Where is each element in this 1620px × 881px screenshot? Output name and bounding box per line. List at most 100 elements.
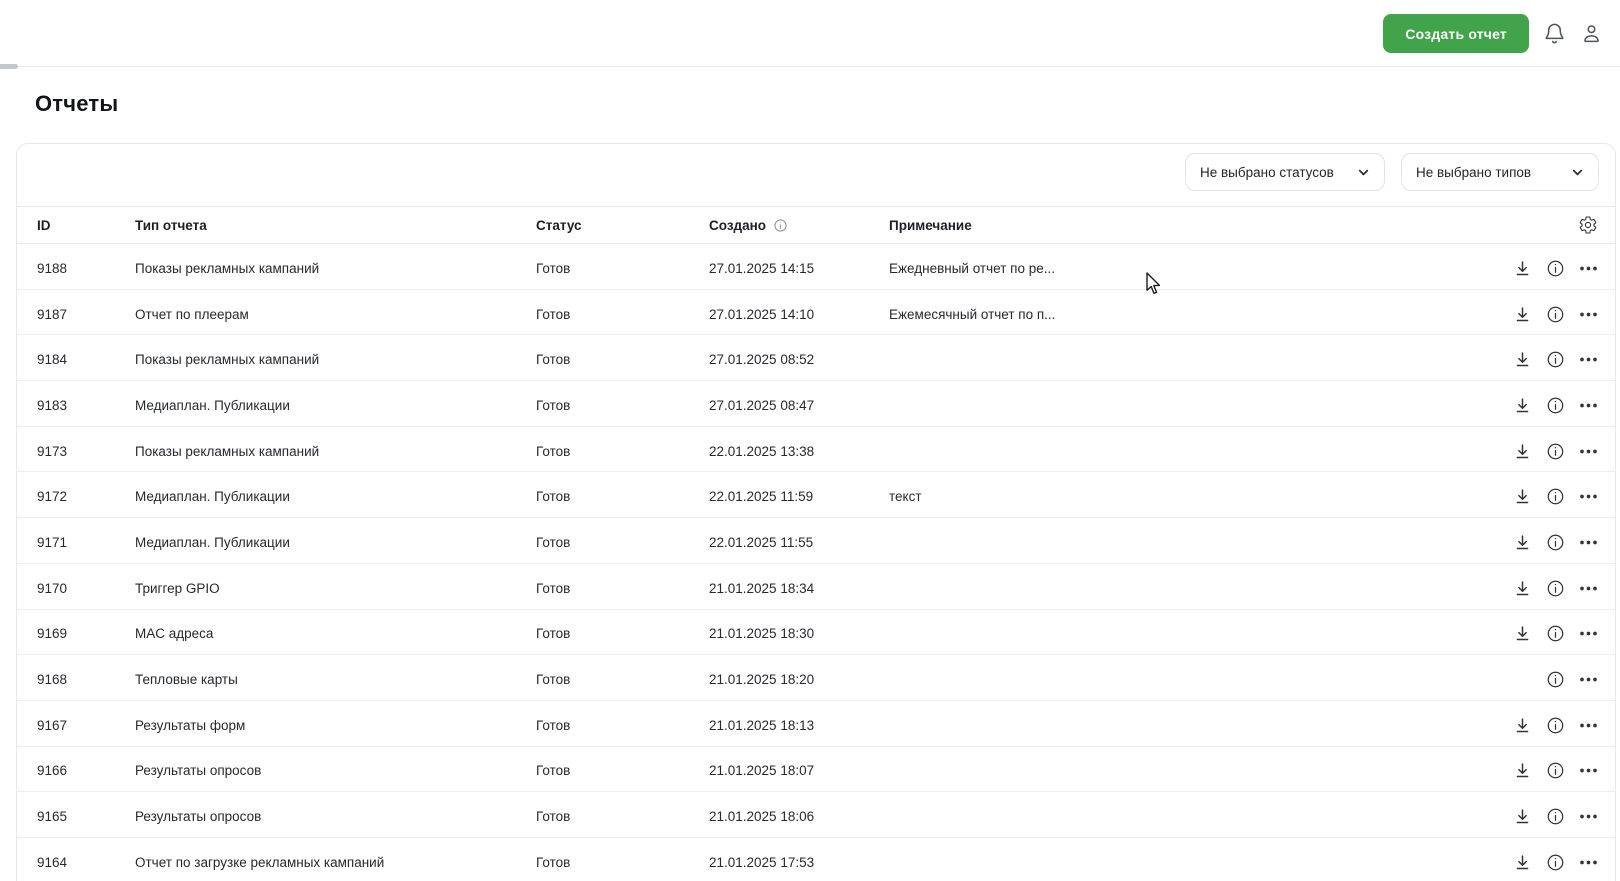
row-type: Тепловые карты [135, 672, 536, 687]
more-dots-icon[interactable] [1577, 669, 1599, 691]
table-row[interactable]: 9169 MAC адреса Готов 21.01.2025 18:30 [17, 610, 1615, 656]
table-row[interactable]: 9184 Показы рекламных кампаний Готов 27.… [17, 335, 1615, 381]
row-id: 9165 [37, 809, 135, 824]
info-icon[interactable] [1544, 303, 1566, 325]
row-status: Готов [536, 855, 709, 870]
more-dots-icon[interactable] [1577, 714, 1599, 736]
create-report-button[interactable]: Создать отчет [1383, 14, 1529, 53]
more-dots-icon[interactable] [1577, 577, 1599, 599]
download-icon[interactable] [1511, 714, 1533, 736]
table-body: 9188 Показы рекламных кампаний Готов 27.… [17, 244, 1615, 881]
more-dots-icon[interactable] [1577, 531, 1599, 553]
more-dots-icon[interactable] [1577, 760, 1599, 782]
status-filter-label: Не выбрано статусов [1200, 165, 1334, 180]
table-row[interactable]: 9172 Медиаплан. Публикации Готов 22.01.2… [17, 472, 1615, 518]
info-icon[interactable] [773, 218, 788, 233]
download-icon[interactable] [1511, 851, 1533, 873]
row-created: 21.01.2025 18:30 [709, 626, 889, 641]
status-filter-dropdown[interactable]: Не выбрано статусов [1185, 153, 1385, 191]
chevron-down-icon [1356, 165, 1371, 180]
row-id: 9166 [37, 763, 135, 778]
row-status: Готов [536, 763, 709, 778]
row-status: Готов [536, 398, 709, 413]
download-icon[interactable] [1511, 303, 1533, 325]
info-icon[interactable] [1544, 760, 1566, 782]
table-row[interactable]: 9170 Триггер GPIO Готов 21.01.2025 18:34 [17, 564, 1615, 610]
info-icon[interactable] [1544, 669, 1566, 691]
info-icon[interactable] [1544, 257, 1566, 279]
bell-icon[interactable] [1542, 22, 1566, 46]
row-status: Готов [536, 489, 709, 504]
info-icon[interactable] [1544, 577, 1566, 599]
info-icon[interactable] [1544, 851, 1566, 873]
more-dots-icon[interactable] [1577, 851, 1599, 873]
table-row[interactable]: 9187 Отчет по плеерам Готов 27.01.2025 1… [17, 290, 1615, 336]
row-type: MAC адреса [135, 626, 536, 641]
table-row[interactable]: 9164 Отчет по загрузке рекламных кампани… [17, 838, 1615, 881]
more-dots-icon[interactable] [1577, 806, 1599, 828]
row-type: Результаты форм [135, 718, 536, 733]
gear-icon[interactable] [1577, 214, 1599, 236]
row-status: Готов [536, 261, 709, 276]
row-note: Ежедневный отчет по ре... [889, 261, 1469, 276]
table-row[interactable]: 9165 Результаты опросов Готов 21.01.2025… [17, 792, 1615, 838]
row-id: 9173 [37, 444, 135, 459]
info-icon[interactable] [1544, 623, 1566, 645]
row-id: 9172 [37, 489, 135, 504]
download-icon[interactable] [1511, 623, 1533, 645]
row-id: 9164 [37, 855, 135, 870]
row-type: Результаты опросов [135, 809, 536, 824]
row-type: Медиаплан. Публикации [135, 398, 536, 413]
download-icon[interactable] [1511, 394, 1533, 416]
download-icon[interactable] [1511, 806, 1533, 828]
info-icon[interactable] [1544, 394, 1566, 416]
row-created: 21.01.2025 18:34 [709, 581, 889, 596]
table-row[interactable]: 9167 Результаты форм Готов 21.01.2025 18… [17, 701, 1615, 747]
row-id: 9167 [37, 718, 135, 733]
column-header-id: ID [37, 218, 135, 233]
column-header-status: Статус [536, 218, 709, 233]
table-row[interactable]: 9171 Медиаплан. Публикации Готов 22.01.2… [17, 518, 1615, 564]
download-icon[interactable] [1511, 760, 1533, 782]
download-icon[interactable] [1511, 349, 1533, 371]
row-created: 27.01.2025 14:15 [709, 261, 889, 276]
more-dots-icon[interactable] [1577, 349, 1599, 371]
download-icon[interactable] [1511, 531, 1533, 553]
row-created: 27.01.2025 14:10 [709, 307, 889, 322]
info-icon[interactable] [1544, 349, 1566, 371]
row-id: 9184 [37, 352, 135, 367]
more-dots-icon[interactable] [1577, 257, 1599, 279]
chevron-down-icon [1570, 165, 1585, 180]
row-status: Готов [536, 809, 709, 824]
reports-card: Не выбрано статусов Не выбрано типов ID … [16, 143, 1616, 881]
row-type: Отчет по плеерам [135, 307, 536, 322]
download-icon[interactable] [1511, 486, 1533, 508]
row-type: Медиаплан. Публикации [135, 489, 536, 504]
row-status: Готов [536, 352, 709, 367]
row-status: Готов [536, 535, 709, 550]
more-dots-icon[interactable] [1577, 440, 1599, 462]
download-icon[interactable] [1511, 257, 1533, 279]
table-row[interactable]: 9188 Показы рекламных кампаний Готов 27.… [17, 244, 1615, 290]
download-icon[interactable] [1511, 577, 1533, 599]
user-icon[interactable] [1579, 22, 1603, 46]
row-created: 21.01.2025 18:06 [709, 809, 889, 824]
table-row[interactable]: 9168 Тепловые карты Готов 21.01.2025 18:… [17, 655, 1615, 701]
more-dots-icon[interactable] [1577, 394, 1599, 416]
table-row[interactable]: 9183 Медиаплан. Публикации Готов 27.01.2… [17, 381, 1615, 427]
more-dots-icon[interactable] [1577, 303, 1599, 325]
type-filter-dropdown[interactable]: Не выбрано типов [1401, 153, 1599, 191]
download-icon[interactable] [1511, 440, 1533, 462]
table-row[interactable]: 9173 Показы рекламных кампаний Готов 22.… [17, 427, 1615, 473]
info-icon[interactable] [1544, 806, 1566, 828]
row-id: 9188 [37, 261, 135, 276]
table-header-row: ID Тип отчета Статус Создано Примечание [17, 206, 1615, 244]
filters-bar: Не выбрано статусов Не выбрано типов [17, 144, 1615, 206]
info-icon[interactable] [1544, 531, 1566, 553]
more-dots-icon[interactable] [1577, 486, 1599, 508]
table-row[interactable]: 9166 Результаты опросов Готов 21.01.2025… [17, 747, 1615, 793]
info-icon[interactable] [1544, 486, 1566, 508]
info-icon[interactable] [1544, 440, 1566, 462]
info-icon[interactable] [1544, 714, 1566, 736]
more-dots-icon[interactable] [1577, 623, 1599, 645]
